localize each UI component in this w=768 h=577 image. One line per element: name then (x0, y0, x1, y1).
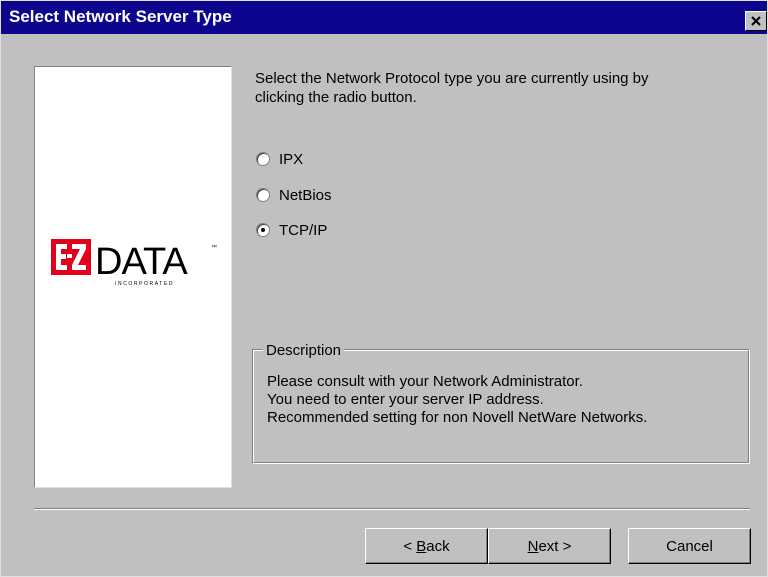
title-bar[interactable]: Select Network Server Type (1, 1, 767, 34)
radio-netbios[interactable]: NetBios (256, 185, 332, 205)
close-icon (751, 16, 761, 26)
description-text: Please consult with your Network Adminis… (267, 373, 737, 427)
description-legend: Description (263, 342, 345, 359)
next-accelerator: N (527, 537, 539, 555)
cancel-label: Cancel (666, 537, 713, 555)
radio-button[interactable] (256, 152, 270, 166)
cancel-button[interactable]: Cancel (628, 528, 751, 564)
radio-label[interactable]: NetBios (279, 187, 332, 204)
description-line: Recommended setting for non Novell NetWa… (267, 409, 648, 426)
description-line: Please consult with your Network Adminis… (267, 373, 583, 390)
radio-ipx[interactable]: IPX (256, 149, 303, 169)
next-button[interactable]: Next > (488, 528, 611, 564)
logo-tagline: INCORPORATED (115, 281, 174, 287)
radio-label[interactable]: TCP/IP (279, 222, 327, 239)
button-separator (34, 508, 750, 510)
radio-selected-dot (261, 228, 265, 232)
close-button[interactable] (745, 11, 767, 31)
logo-panel: DATA ™ INCORPORATED (34, 66, 232, 488)
window-title: Select Network Server Type (9, 7, 232, 26)
back-button[interactable]: < Back (365, 528, 488, 564)
instructions-line-2: clicking the radio button. (255, 89, 417, 106)
back-prefix: < (403, 537, 417, 555)
back-label: ack (426, 537, 450, 555)
radio-button[interactable] (256, 223, 270, 237)
radio-tcpip[interactable]: TCP/IP (256, 220, 327, 240)
dialog-window: Select Network Server Type DATA ™ INCORP… (0, 0, 768, 577)
svg-text:™: ™ (211, 244, 217, 251)
next-label: ext > (538, 537, 572, 555)
back-accelerator: B (416, 537, 427, 555)
ezdata-logo: DATA ™ INCORPORATED (51, 239, 217, 287)
radio-button[interactable] (256, 188, 270, 202)
radio-label[interactable]: IPX (279, 151, 303, 168)
instructions-line-1: Select the Network Protocol type you are… (255, 70, 649, 87)
logo-word: DATA (95, 241, 188, 283)
instructions-text: Select the Network Protocol type you are… (255, 69, 735, 107)
description-line: You need to enter your server IP address… (267, 391, 544, 408)
